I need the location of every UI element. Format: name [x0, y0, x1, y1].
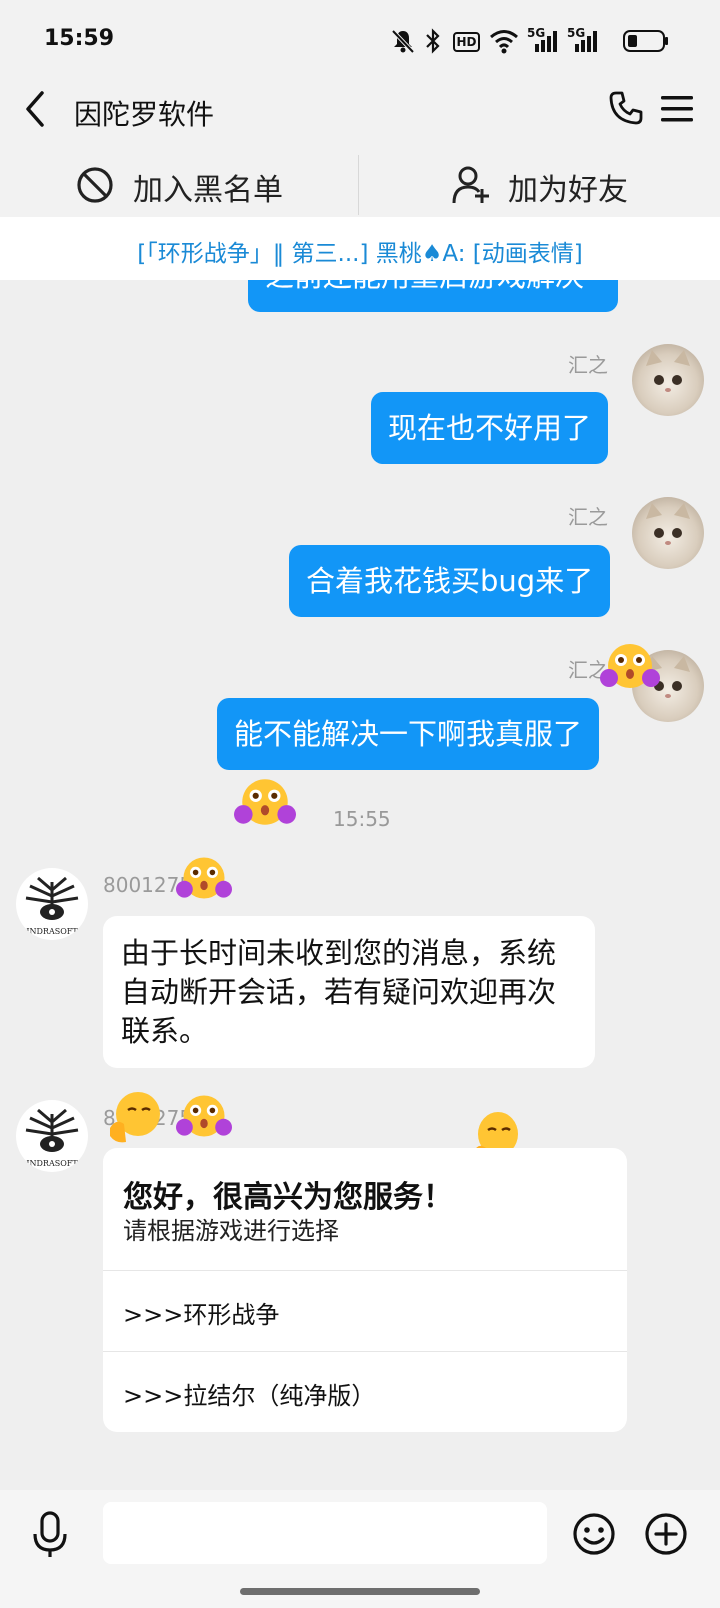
mute-icon [391, 29, 415, 54]
add-friend-button[interactable]: 加为好友 [452, 163, 632, 209]
message-bubble-outgoing[interactable]: 合着我花钱买bug来了 [289, 545, 611, 617]
sender-name: 汇之 [568, 505, 608, 529]
plus-icon[interactable] [644, 1512, 688, 1556]
option-label: >>>环形战争 [123, 1301, 280, 1329]
hd-icon: HD [453, 32, 480, 52]
starstruck-emoji-icon [234, 779, 296, 825]
block-button[interactable]: 加入黑名单 [76, 163, 298, 209]
message-bubble-outgoing[interactable]: 能不能解决一下啊我真服了 [217, 698, 600, 770]
svg-text:INDRASOFT: INDRASOFT [26, 927, 78, 936]
back-button[interactable] [20, 89, 50, 129]
action-divider [358, 155, 359, 215]
cat-face-icon [646, 350, 690, 392]
pinned-message-text[interactable]: [「环形战争」‖ 第三...] 黑桃♠A: [动画表情] [0, 234, 720, 268]
wifi-icon [490, 30, 518, 54]
message-bubble-outgoing[interactable]: 现在也不好用了 [371, 392, 609, 464]
bluetooth-icon [426, 28, 440, 54]
avatar-brand[interactable]: INDRASOFT [16, 868, 88, 940]
option-ring-war[interactable]: >>>环形战争 [103, 1271, 627, 1351]
block-icon [77, 167, 113, 203]
add-user-icon [452, 166, 489, 204]
block-label: 加入黑名单 [133, 173, 283, 208]
sender-name: 汇之 [568, 353, 608, 377]
menu-icon[interactable] [660, 94, 694, 124]
status-time: 15:59 [44, 26, 115, 51]
avatar-cat[interactable] [632, 497, 704, 569]
5g-signal-icon [575, 31, 597, 52]
avatar-brand[interactable]: INDRASOFT [16, 1100, 88, 1172]
home-indicator[interactable] [240, 1588, 480, 1595]
battery-icon [623, 30, 668, 52]
cat-face-icon [646, 503, 690, 545]
message-bubble-incoming[interactable]: 由于长时间未收到您的消息，系统自动断开会话，若有疑问欢迎再次联系。 [103, 916, 595, 1068]
phone-icon[interactable] [608, 90, 644, 126]
brand-logo-icon: INDRASOFT [25, 1108, 78, 1168]
svg-text:INDRASOFT: INDRASOFT [26, 1159, 78, 1168]
option-label: >>>拉结尔（纯净版） [123, 1382, 376, 1410]
option-lazarus[interactable]: >>>拉结尔（纯净版） [103, 1352, 627, 1432]
card-subtitle: 请根据游戏进行选择 [123, 1217, 339, 1245]
avatar-cat[interactable] [632, 344, 704, 416]
microphone-icon[interactable] [30, 1510, 70, 1560]
add-friend-label: 加为好友 [508, 173, 628, 208]
starstruck-emoji-icon [600, 644, 660, 688]
message-input[interactable] [103, 1502, 547, 1564]
5g-signal-icon [535, 31, 557, 52]
emoji-icon[interactable] [572, 1512, 616, 1556]
chat-title: 因陀罗软件 [74, 98, 215, 131]
thinking-emoji-icon [110, 1092, 160, 1143]
card-greeting: 您好，很高兴为您服务！ [123, 1180, 453, 1215]
service-menu-card: 您好，很高兴为您服务！ 请根据游戏进行选择 >>>环形战争 >>>拉结尔（纯净版… [103, 1148, 627, 1432]
starstruck-emoji-icon [176, 1095, 232, 1137]
starstruck-emoji-icon [176, 857, 232, 899]
message-timestamp: 15:55 [333, 807, 391, 831]
brand-logo-icon: INDRASOFT [25, 876, 78, 936]
